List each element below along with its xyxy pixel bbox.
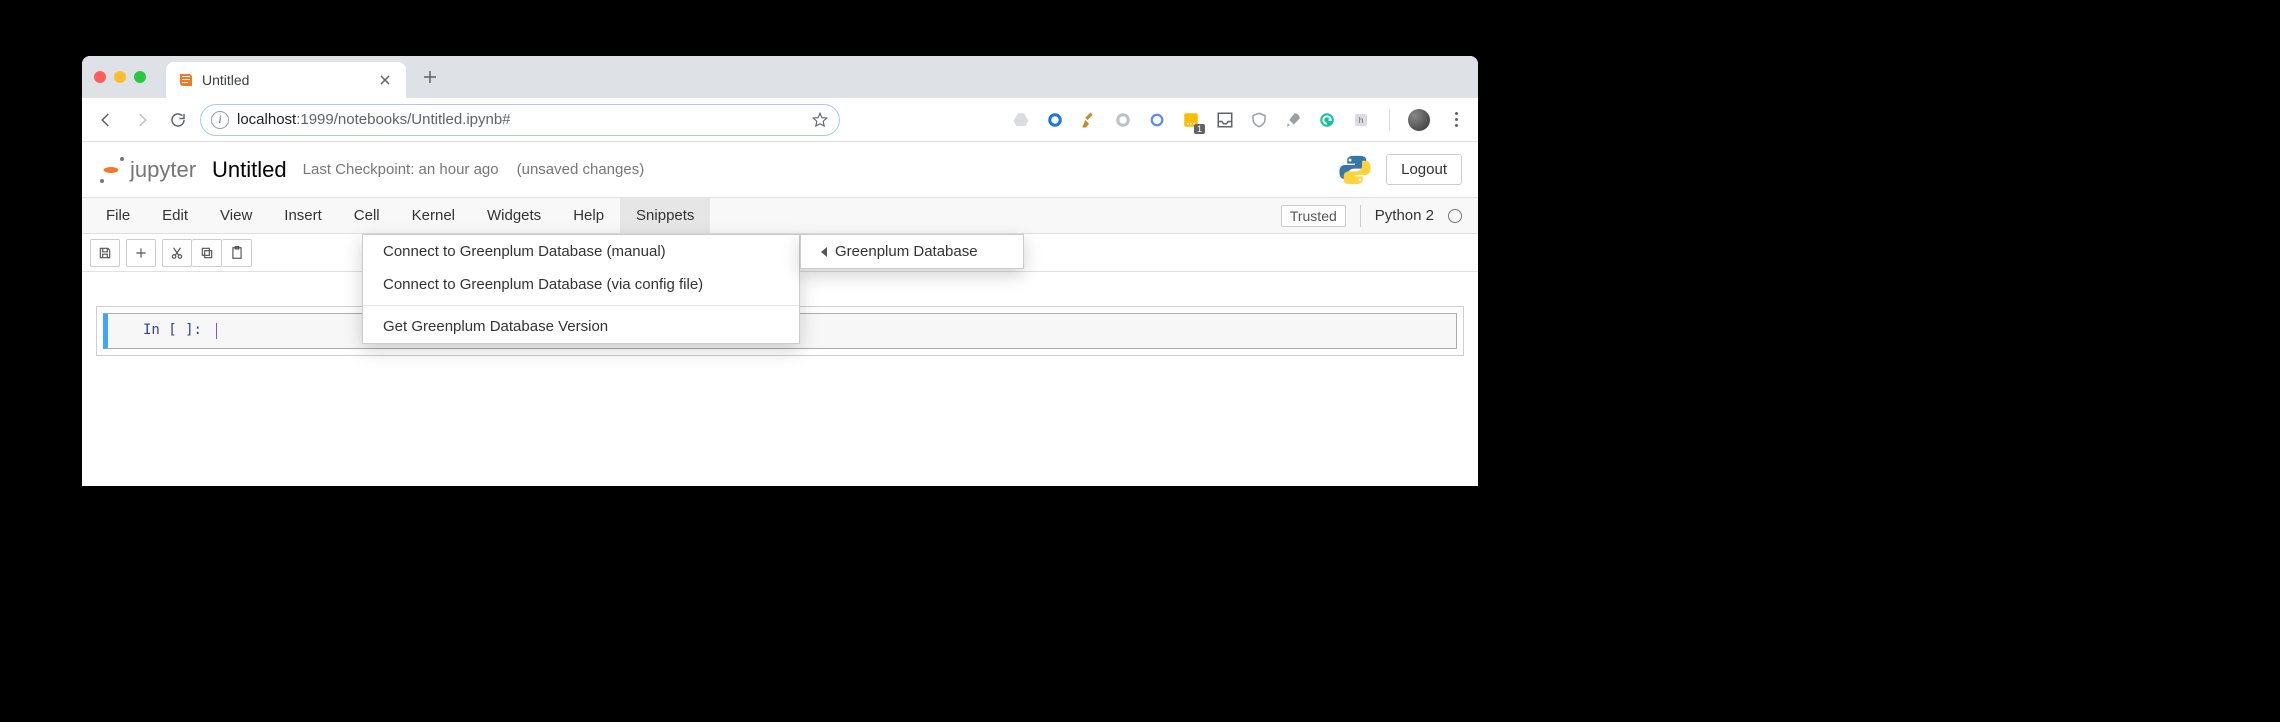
kernel-separator xyxy=(1360,205,1361,227)
extension-circle-icon[interactable] xyxy=(1045,110,1065,130)
jupyter-logo-text: jupyter xyxy=(130,157,196,183)
address-bar[interactable]: i localhost:1999/notebooks/Untitled.ipyn… xyxy=(200,104,840,136)
svg-text:h: h xyxy=(1359,116,1364,125)
text-cursor xyxy=(216,323,217,339)
browser-menu-button[interactable] xyxy=(1444,108,1468,132)
kernel-logo-icon xyxy=(1338,153,1372,187)
browser-window: Untitled i localhost:1999/notebooks/Unti… xyxy=(82,56,1478,486)
cut-button[interactable] xyxy=(162,239,192,267)
menu-help[interactable]: Help xyxy=(557,198,620,233)
save-button[interactable] xyxy=(90,239,120,267)
menu-kernel[interactable]: Kernel xyxy=(396,198,471,233)
extension-shield-icon[interactable] xyxy=(1249,110,1269,130)
window-close-button[interactable] xyxy=(94,71,106,83)
forward-button[interactable] xyxy=(128,106,156,134)
extension-badge: 1 xyxy=(1194,124,1205,134)
reload-button[interactable] xyxy=(164,106,192,134)
unsaved-indicator: (unsaved changes) xyxy=(517,161,645,178)
browser-toolbar: i localhost:1999/notebooks/Untitled.ipyn… xyxy=(82,98,1478,142)
jupyter-logo-icon xyxy=(98,157,124,183)
extension-honey-icon[interactable]: h xyxy=(1351,110,1371,130)
site-info-icon[interactable]: i xyxy=(211,111,229,129)
profile-avatar[interactable] xyxy=(1408,109,1430,131)
add-cell-button[interactable] xyxy=(126,239,156,267)
extension-icons: 1 h xyxy=(1011,108,1468,132)
tab-strip: Untitled xyxy=(82,56,1478,98)
extension-grey-circle-icon[interactable] xyxy=(1113,110,1133,130)
input-prompt: In [ ]: xyxy=(108,314,208,348)
jupyter-header: jupyter Untitled Last Checkpoint: an hou… xyxy=(82,142,1478,198)
menubar: File Edit View Insert Cell Kernel Widget… xyxy=(82,198,1478,234)
menu-file[interactable]: File xyxy=(90,198,146,233)
snippet-item-connect-config[interactable]: Connect to Greenplum Database (via confi… xyxy=(363,268,799,301)
extension-drive-icon[interactable] xyxy=(1011,110,1031,130)
notebook-favicon-icon xyxy=(178,72,194,88)
window-zoom-button[interactable] xyxy=(134,71,146,83)
window-minimize-button[interactable] xyxy=(114,71,126,83)
url-text: localhost:1999/notebooks/Untitled.ipynb# xyxy=(237,111,803,128)
snippets-submenu: Greenplum Database xyxy=(800,234,1024,269)
extension-rocket-icon[interactable] xyxy=(1283,110,1303,130)
submenu-label: Greenplum Database xyxy=(835,243,978,260)
extension-green-circle-icon[interactable] xyxy=(1317,110,1337,130)
toolbar-separator xyxy=(1389,109,1390,131)
tab-title: Untitled xyxy=(202,72,249,88)
extension-broom-icon[interactable] xyxy=(1079,110,1099,130)
logout-button[interactable]: Logout xyxy=(1386,154,1462,185)
new-tab-button[interactable] xyxy=(416,63,444,91)
checkpoint-status: Last Checkpoint: an hour ago xyxy=(303,161,499,178)
jupyter-logo[interactable]: jupyter xyxy=(98,157,196,183)
copy-button[interactable] xyxy=(192,239,222,267)
tab-close-button[interactable] xyxy=(376,71,394,89)
notebook-title[interactable]: Untitled xyxy=(212,157,287,183)
snippet-item-get-version[interactable]: Get Greenplum Database Version xyxy=(363,310,799,343)
kernel-status-icon xyxy=(1448,209,1462,223)
menu-widgets[interactable]: Widgets xyxy=(471,198,557,233)
traffic-lights xyxy=(82,56,158,98)
menu-edit[interactable]: Edit xyxy=(146,198,204,233)
snippet-item-connect-manual[interactable]: Connect to Greenplum Database (manual) xyxy=(363,235,799,268)
browser-tab[interactable]: Untitled xyxy=(166,62,406,98)
paste-button[interactable] xyxy=(222,239,252,267)
extension-blue-ring-icon[interactable] xyxy=(1147,110,1167,130)
submenu-caret-icon xyxy=(821,247,827,257)
snippets-dropdown: Connect to Greenplum Database (manual) C… xyxy=(362,234,800,344)
dropdown-separator xyxy=(363,305,799,306)
menu-view[interactable]: View xyxy=(204,198,268,233)
menu-snippets[interactable]: Snippets xyxy=(620,198,710,233)
menu-insert[interactable]: Insert xyxy=(268,198,338,233)
snippet-submenu-greenplum[interactable]: Greenplum Database xyxy=(801,235,1023,268)
kernel-name[interactable]: Python 2 xyxy=(1375,207,1434,224)
back-button[interactable] xyxy=(92,106,120,134)
extension-yellow-icon[interactable]: 1 xyxy=(1181,110,1201,130)
extension-inbox-icon[interactable] xyxy=(1215,110,1235,130)
menu-cell[interactable]: Cell xyxy=(338,198,396,233)
bookmark-star-icon[interactable] xyxy=(811,111,829,129)
trusted-indicator[interactable]: Trusted xyxy=(1281,205,1346,227)
